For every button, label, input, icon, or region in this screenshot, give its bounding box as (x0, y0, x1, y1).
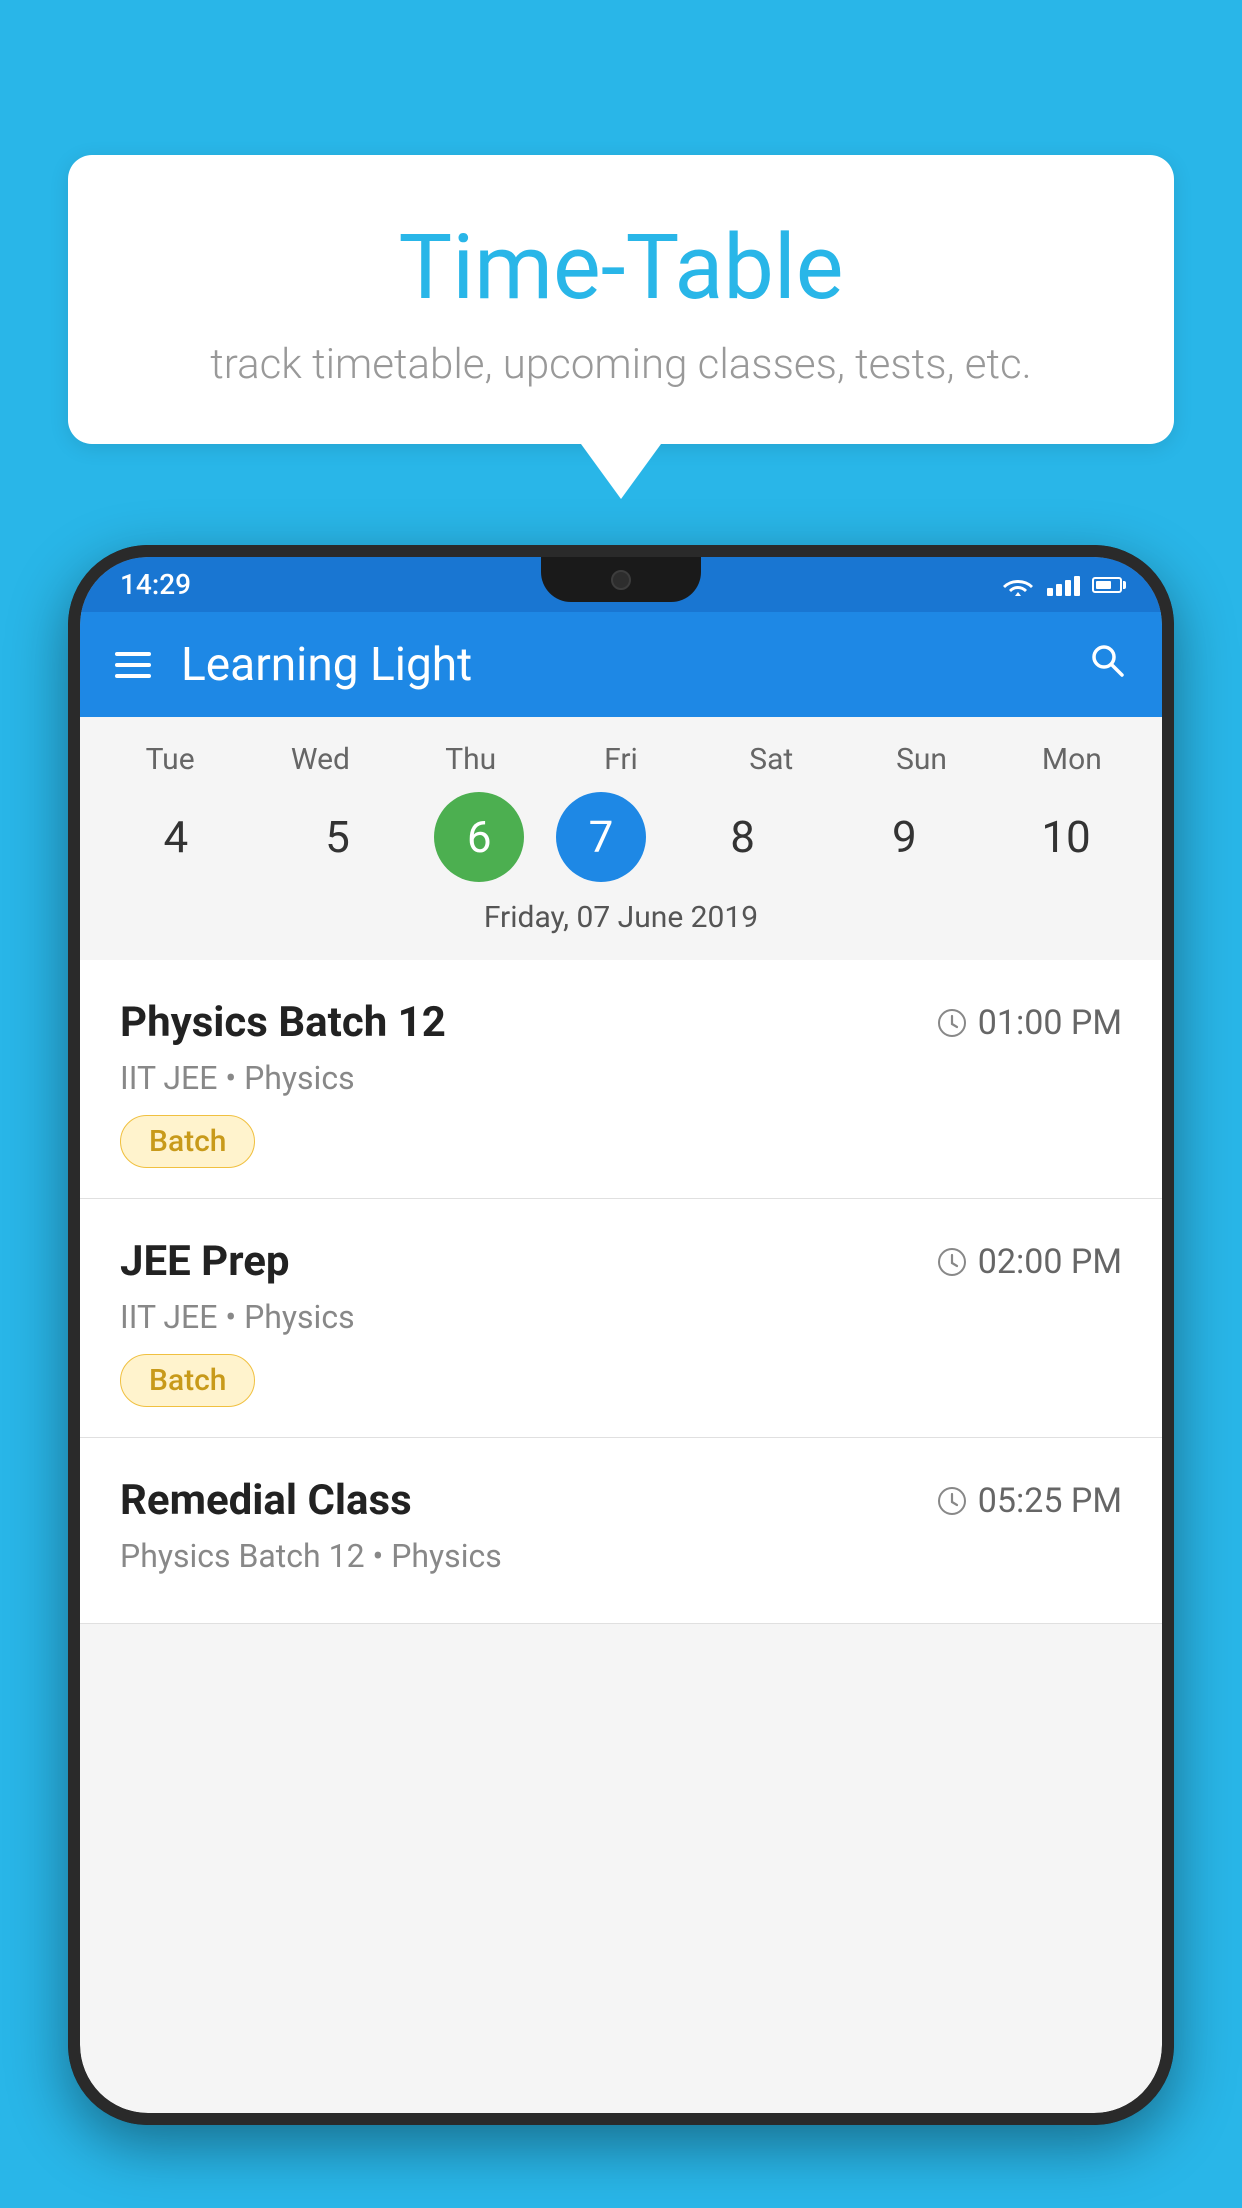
speech-bubble-arrow (581, 444, 661, 499)
schedule-item-1-header: Physics Batch 12 01:00 PM (120, 998, 1122, 1047)
power-button (1170, 845, 1174, 925)
schedule-item-3-title: Remedial Class (120, 1476, 412, 1525)
calendar-strip: Tue Wed Thu Fri Sat Sun Mon 4 5 6 7 8 9 … (80, 717, 1162, 960)
schedule-list: Physics Batch 12 01:00 PM IIT JEE • Phys… (80, 960, 1162, 1624)
schedule-item-3-header: Remedial Class 05:25 PM (120, 1476, 1122, 1525)
battery-icon (1092, 577, 1122, 593)
phone-container: 14:29 (68, 545, 1174, 2208)
camera (611, 570, 631, 590)
notch (541, 557, 701, 602)
speech-bubble: Time-Table track timetable, upcoming cla… (68, 155, 1174, 444)
day-sun: Sun (857, 742, 987, 777)
clock-icon-3 (936, 1485, 968, 1517)
calendar-date-7-selected[interactable]: 7 (556, 792, 646, 882)
day-sat: Sat (706, 742, 836, 777)
menu-button[interactable] (115, 652, 151, 678)
calendar-date-8[interactable]: 8 (678, 792, 808, 882)
schedule-item-2-time: 02:00 PM (936, 1242, 1122, 1282)
day-fri: Fri (556, 742, 686, 777)
schedule-item-1-title: Physics Batch 12 (120, 998, 446, 1047)
app-bar: Learning Light (80, 612, 1162, 717)
calendar-date-5[interactable]: 5 (273, 792, 403, 882)
clock-icon-1 (936, 1007, 968, 1039)
day-tue: Tue (105, 742, 235, 777)
volume-down-button (68, 995, 72, 1085)
app-title: Learning Light (181, 638, 1087, 692)
calendar-day-names: Tue Wed Thu Fri Sat Sun Mon (95, 742, 1147, 777)
speech-bubble-subtitle: track timetable, upcoming classes, tests… (148, 340, 1094, 389)
signal-icon (1047, 574, 1080, 596)
mute-button (68, 785, 72, 845)
schedule-item-1[interactable]: Physics Batch 12 01:00 PM IIT JEE • Phys… (80, 960, 1162, 1199)
schedule-item-2-header: JEE Prep 02:00 PM (120, 1237, 1122, 1286)
schedule-item-2-title: JEE Prep (120, 1237, 290, 1286)
schedule-item-3-time: 05:25 PM (936, 1481, 1122, 1521)
phone-frame: 14:29 (68, 545, 1174, 2125)
batch-badge-1: Batch (120, 1115, 255, 1168)
volume-up-button (68, 875, 72, 965)
speech-bubble-title: Time-Table (148, 215, 1094, 320)
calendar-date-6-today[interactable]: 6 (434, 792, 524, 882)
schedule-item-2[interactable]: JEE Prep 02:00 PM IIT JEE • Physics Batc… (80, 1199, 1162, 1438)
selected-date-label: Friday, 07 June 2019 (95, 900, 1147, 945)
search-icon[interactable] (1087, 640, 1127, 690)
phone-screen: 14:29 (80, 557, 1162, 2113)
batch-badge-2: Batch (120, 1354, 255, 1407)
status-icons (1001, 572, 1122, 598)
status-time: 14:29 (120, 568, 191, 601)
day-wed: Wed (255, 742, 385, 777)
schedule-item-3-subtitle: Physics Batch 12 • Physics (120, 1537, 1122, 1575)
wifi-icon (1001, 572, 1035, 598)
clock-icon-2 (936, 1246, 968, 1278)
calendar-dates: 4 5 6 7 8 9 10 (95, 792, 1147, 882)
calendar-date-4[interactable]: 4 (111, 792, 241, 882)
day-mon: Mon (1007, 742, 1137, 777)
schedule-item-2-subtitle: IIT JEE • Physics (120, 1298, 1122, 1336)
day-thu: Thu (406, 742, 536, 777)
schedule-item-1-subtitle: IIT JEE • Physics (120, 1059, 1122, 1097)
calendar-date-10[interactable]: 10 (1001, 792, 1131, 882)
calendar-date-9[interactable]: 9 (839, 792, 969, 882)
schedule-item-3[interactable]: Remedial Class 05:25 PM Physics Batch 12… (80, 1438, 1162, 1624)
schedule-item-1-time: 01:00 PM (936, 1003, 1122, 1043)
speech-bubble-container: Time-Table track timetable, upcoming cla… (68, 155, 1174, 499)
